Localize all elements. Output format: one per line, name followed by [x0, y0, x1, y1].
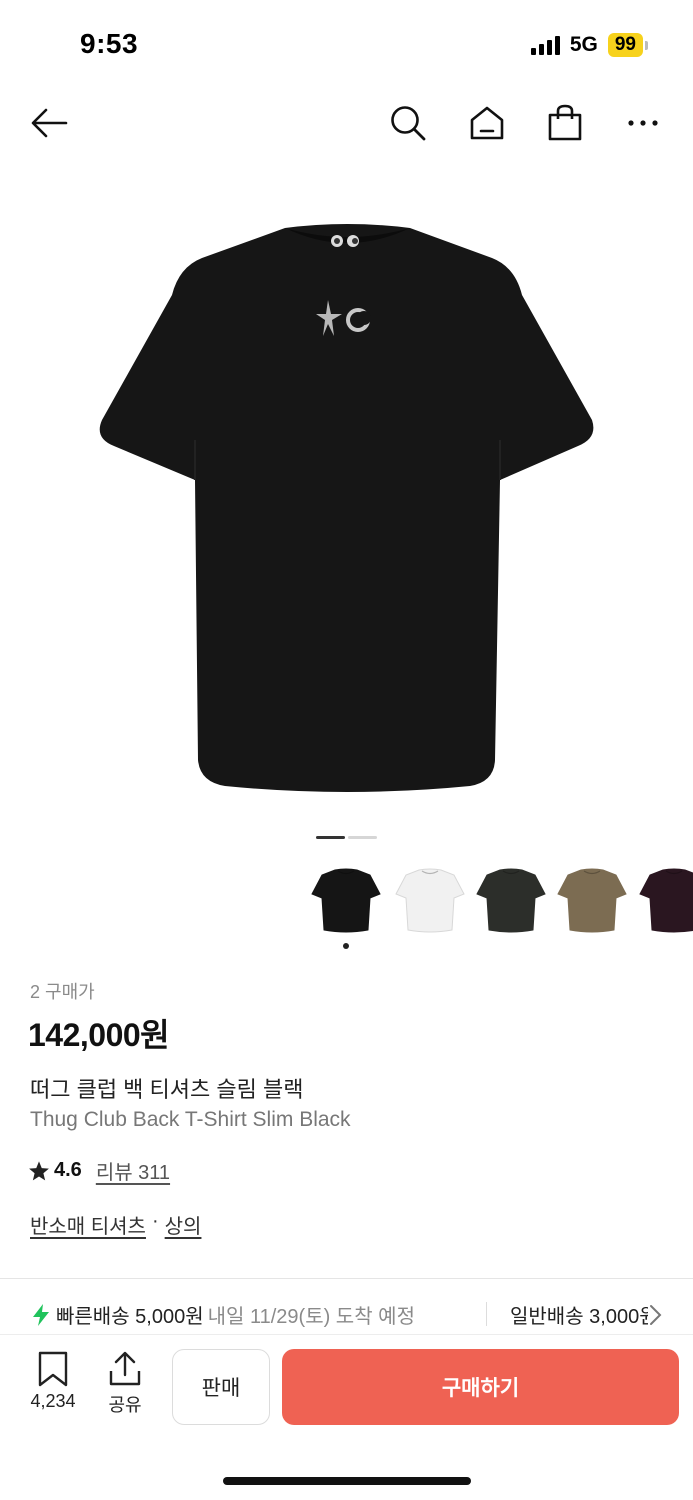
bookmark-icon: [38, 1351, 68, 1387]
battery-icon: 99: [607, 33, 643, 57]
rating-row: 4.6 리뷰 311: [28, 1156, 170, 1185]
status-indicators: 5G 99: [530, 33, 648, 57]
chevron-right-icon: [648, 1303, 664, 1327]
signal-icon: [530, 35, 560, 55]
fast-shipping-eta: 내일 11/29(토) 도착 예정: [207, 1306, 415, 1328]
category-link-primary[interactable]: 반소매 티셔츠: [30, 1210, 146, 1239]
color-thumbnails: [310, 860, 693, 950]
color-thumbnail[interactable]: [394, 860, 466, 936]
buy-button[interactable]: 구매하기: [282, 1349, 679, 1425]
pager-indicator-active: [316, 836, 345, 839]
status-time: 9:53: [80, 28, 139, 59]
pager-indicator: [348, 836, 377, 839]
search-icon[interactable]: [386, 101, 430, 145]
color-thumbnail[interactable]: [475, 860, 547, 936]
share-button[interactable]: 공유: [96, 1351, 154, 1431]
arrow-left-icon[interactable]: [27, 101, 71, 145]
sell-button[interactable]: 판매: [172, 1349, 270, 1425]
battery-cap: [645, 40, 648, 50]
category-link-secondary[interactable]: 상의: [165, 1210, 202, 1239]
gallery-pager: [316, 836, 377, 839]
normal-shipping-option[interactable]: 일반배송 3,000원: [510, 1300, 658, 1329]
network-label: 5G: [569, 33, 598, 56]
product-image[interactable]: [90, 210, 605, 810]
shopping-bag-icon[interactable]: [543, 101, 587, 145]
share-icon: [109, 1351, 141, 1386]
selected-thumbnail-indicator: [343, 943, 349, 949]
product-price: 142,000원: [28, 1017, 170, 1053]
top-nav: [0, 95, 693, 151]
normal-shipping-label: 일반배송 3,000원: [510, 1306, 658, 1328]
bottom-action-bar: 4,234 공유 판매 구매하기: [0, 1334, 693, 1500]
lightning-icon: [33, 1303, 49, 1326]
rating-value: 4.6: [54, 1159, 82, 1181]
shipping-separator: [486, 1302, 487, 1326]
buyer-count: 2 구매가: [30, 982, 95, 1002]
shipping-options[interactable]: 빠른배송 5,000원 내일 11/29(토) 도착 예정 일반배송 3,000…: [30, 1300, 693, 1330]
color-thumbnail[interactable]: [638, 860, 693, 936]
share-label: 공유: [108, 1395, 142, 1415]
fast-shipping-label: 빠른배송 5,000원: [56, 1306, 204, 1328]
color-thumbnail[interactable]: [310, 860, 382, 936]
review-link[interactable]: 리뷰 311: [96, 1156, 170, 1185]
star-icon: [29, 1160, 49, 1180]
home-icon[interactable]: [465, 101, 509, 145]
divider: [0, 1278, 693, 1279]
product-name-ko: 떠그 클럽 백 티셔츠 슬림 블랙: [30, 1077, 304, 1102]
more-horizontal-icon[interactable]: [621, 101, 665, 145]
bookmark-button[interactable]: 4,234: [20, 1351, 86, 1431]
fast-shipping-option[interactable]: 빠른배송 5,000원 내일 11/29(토) 도착 예정: [30, 1300, 415, 1329]
status-bar: 9:53 5G 99: [0, 0, 693, 90]
product-name-en: Thug Club Back T-Shirt Slim Black: [30, 1108, 351, 1131]
color-thumbnail[interactable]: [556, 860, 628, 936]
bookmark-count: 4,234: [30, 1391, 76, 1411]
category-breadcrumb: 반소매 티셔츠 · 상의: [30, 1210, 201, 1239]
category-separator: ·: [151, 1210, 159, 1232]
home-indicator: [223, 1477, 471, 1485]
